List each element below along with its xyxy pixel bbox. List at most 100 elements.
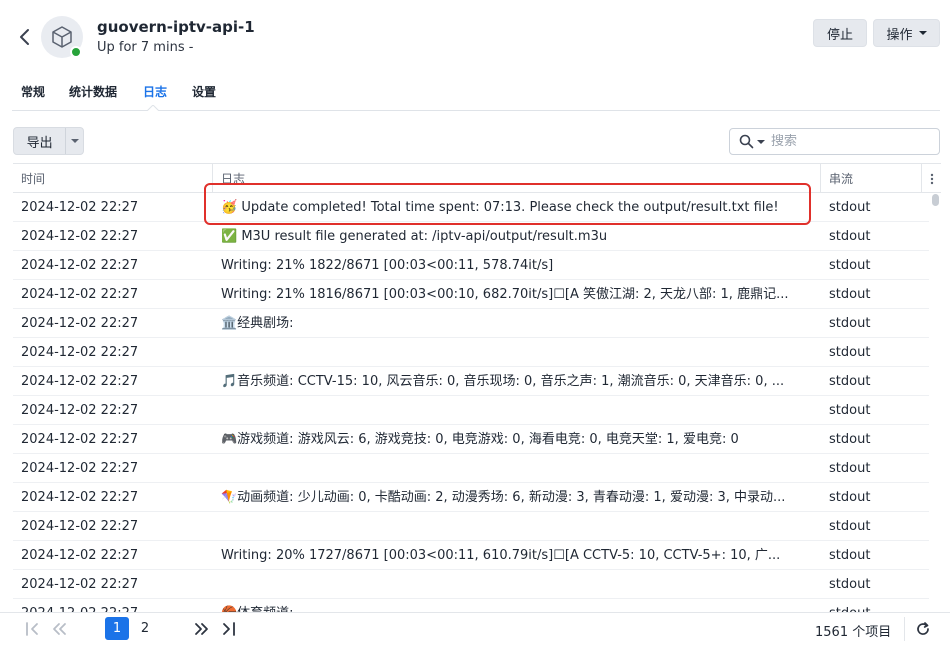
cell-time: 2024-12-02 22:27 [21,374,139,389]
tab-bar: 常规 统计数据 日志 设置 [12,78,940,111]
table-header: 时间 日志 串流 [13,163,941,193]
running-status-dot [70,46,82,58]
cell-time: 2024-12-02 22:27 [21,316,139,331]
action-menu-button[interactable]: 操作 [873,19,940,47]
export-dropdown[interactable] [66,128,83,154]
export-button[interactable]: 导出 [14,128,67,154]
log-table: 时间 日志 串流 2024-12-02 22:27 🥳 Update comple… [13,163,941,612]
table-row[interactable]: 2024-12-02 22:27 ✅ M3U result file genera… [13,222,929,251]
cell-log: 🏀体育频道: [221,599,811,612]
cell-stream: stdout [829,461,871,476]
action-button-label: 操作 [886,27,913,43]
cell-log: ✅ M3U result file generated at: /iptv-ap… [221,229,608,244]
chevron-down-icon [70,139,79,143]
cell-log [221,338,811,367]
container-uptime: Up for 7 mins - [97,40,194,55]
table-row[interactable]: 2024-12-02 22:27 🪁动画频道: 少儿动画: 0, 卡酷动画: 2,… [13,483,929,512]
column-header-time[interactable]: 时间 [13,164,213,193]
table-row[interactable]: 2024-12-02 22:27 🏛️经典剧场: stdout [13,309,929,338]
cell-log [221,512,811,541]
cell-log [221,570,811,599]
table-row[interactable]: 2024-12-02 22:27 Writing: 20% 1727/8671 [… [13,541,929,570]
container-name: guovern-iptv-api-1 [97,18,255,36]
chevron-down-icon [918,31,927,35]
cell-time: 2024-12-02 22:27 [21,577,139,592]
tab-general[interactable]: 常规 [21,83,45,111]
column-header-log[interactable]: 日志 [212,164,821,193]
cell-time: 2024-12-02 22:27 [21,599,211,612]
cell-log: 🏛️经典剧场: [221,316,294,331]
cell-log: 🎮游戏频道: 游戏风云: 6, 游戏竞技: 0, 电竞游戏: 0, 海看电竞: … [221,432,739,447]
cell-stream: stdout [829,374,871,389]
column-header-stream[interactable]: 串流 [820,164,921,193]
cell-log: Writing: 20% 1727/8671 [00:03<00:11, 610… [221,548,781,563]
cell-time: 2024-12-02 22:27 [21,287,139,302]
search-filter-toggle[interactable] [739,134,765,149]
table-row[interactable]: 2024-12-02 22:27 Writing: 21% 1816/8671 [… [13,280,929,309]
refresh-icon[interactable] [904,617,940,641]
table-row[interactable]: 2024-12-02 22:27 🏀体育频道: stdout [13,599,929,612]
cell-stream: stdout [829,577,871,592]
back-icon[interactable] [16,26,34,48]
cell-stream: stdout [829,599,919,612]
cell-stream: stdout [829,200,871,215]
cell-stream: stdout [829,316,871,331]
export-button-group: 导出 [13,127,84,155]
cell-time: 2024-12-02 22:27 [21,461,139,476]
cell-log [221,454,811,483]
total-items-count: 1561 个项目 [815,625,892,640]
table-scrollbar[interactable] [931,193,939,612]
active-tab-indicator [147,105,159,111]
cell-log: Writing: 21% 1816/8671 [00:03<00:10, 682… [221,287,789,302]
cell-time: 2024-12-02 22:27 [21,519,139,534]
search-box [729,128,940,155]
cell-log: 🪁动画频道: 少儿动画: 0, 卡酷动画: 2, 动漫秀场: 6, 新动漫: 3… [221,490,786,505]
previous-pages-icon[interactable] [51,620,69,638]
page-1-button[interactable]: 1 [105,617,129,640]
page-2-button[interactable]: 2 [133,617,157,640]
cell-time: 2024-12-02 22:27 [21,229,139,244]
cell-log [221,396,811,425]
cell-time: 2024-12-02 22:27 [21,490,139,505]
pagination-bar: 1 2 1561 个项目 [0,612,950,646]
tab-settings[interactable]: 设置 [192,83,216,111]
stop-button[interactable]: 停止 [813,19,867,47]
next-pages-icon[interactable] [192,620,210,638]
container-header: guovern-iptv-api-1 Up for 7 mins - 停止 操作 [0,0,950,74]
chevron-down-icon [757,139,765,144]
cell-stream: stdout [829,345,871,360]
cell-time: 2024-12-02 22:27 [21,258,139,273]
cell-stream: stdout [829,403,871,418]
scrollbar-thumb[interactable] [932,194,939,206]
cell-log: Writing: 21% 1822/8671 [00:03<00:11, 578… [221,258,554,273]
cell-stream: stdout [829,519,871,534]
table-row[interactable]: 2024-12-02 22:27 stdout [13,396,929,425]
table-row[interactable]: 2024-12-02 22:27 stdout [13,570,929,599]
table-row[interactable]: 2024-12-02 22:27 stdout [13,338,929,367]
table-row[interactable]: 2024-12-02 22:27 stdout [13,512,929,541]
cell-time: 2024-12-02 22:27 [21,548,139,563]
cell-time: 2024-12-02 22:27 [21,200,139,215]
cell-log: 🎵音乐频道: CCTV-15: 10, 风云音乐: 0, 音乐现场: 0, 音乐… [221,374,785,389]
search-input[interactable] [771,134,921,149]
cell-stream: stdout [829,490,871,505]
table-row[interactable]: 2024-12-02 22:27 Writing: 21% 1822/8671 [… [13,251,929,280]
table-row[interactable]: 2024-12-02 22:27 stdout [13,454,929,483]
first-page-icon[interactable] [24,620,42,638]
table-row[interactable]: 2024-12-02 22:27 🎮游戏频道: 游戏风云: 6, 游戏竞技: 0,… [13,425,929,454]
cell-stream: stdout [829,258,871,273]
table-row[interactable]: 2024-12-02 22:27 🥳 Update completed! Tota… [13,193,929,222]
cell-time: 2024-12-02 22:27 [21,403,139,418]
last-page-icon[interactable] [220,620,238,638]
cell-time: 2024-12-02 22:27 [21,432,139,447]
cell-stream: stdout [829,229,871,244]
table-row[interactable]: 2024-12-02 22:27 🎵音乐频道: CCTV-15: 10, 风云音乐… [13,367,929,396]
cell-stream: stdout [829,548,871,563]
cell-time: 2024-12-02 22:27 [21,345,139,360]
cell-log: 🥳 Update completed! Total time spent: 07… [221,200,779,215]
column-menu-icon[interactable] [921,164,941,193]
tab-statistics[interactable]: 统计数据 [69,83,117,111]
search-icon [739,134,754,149]
cell-stream: stdout [829,287,871,302]
cell-stream: stdout [829,432,871,447]
